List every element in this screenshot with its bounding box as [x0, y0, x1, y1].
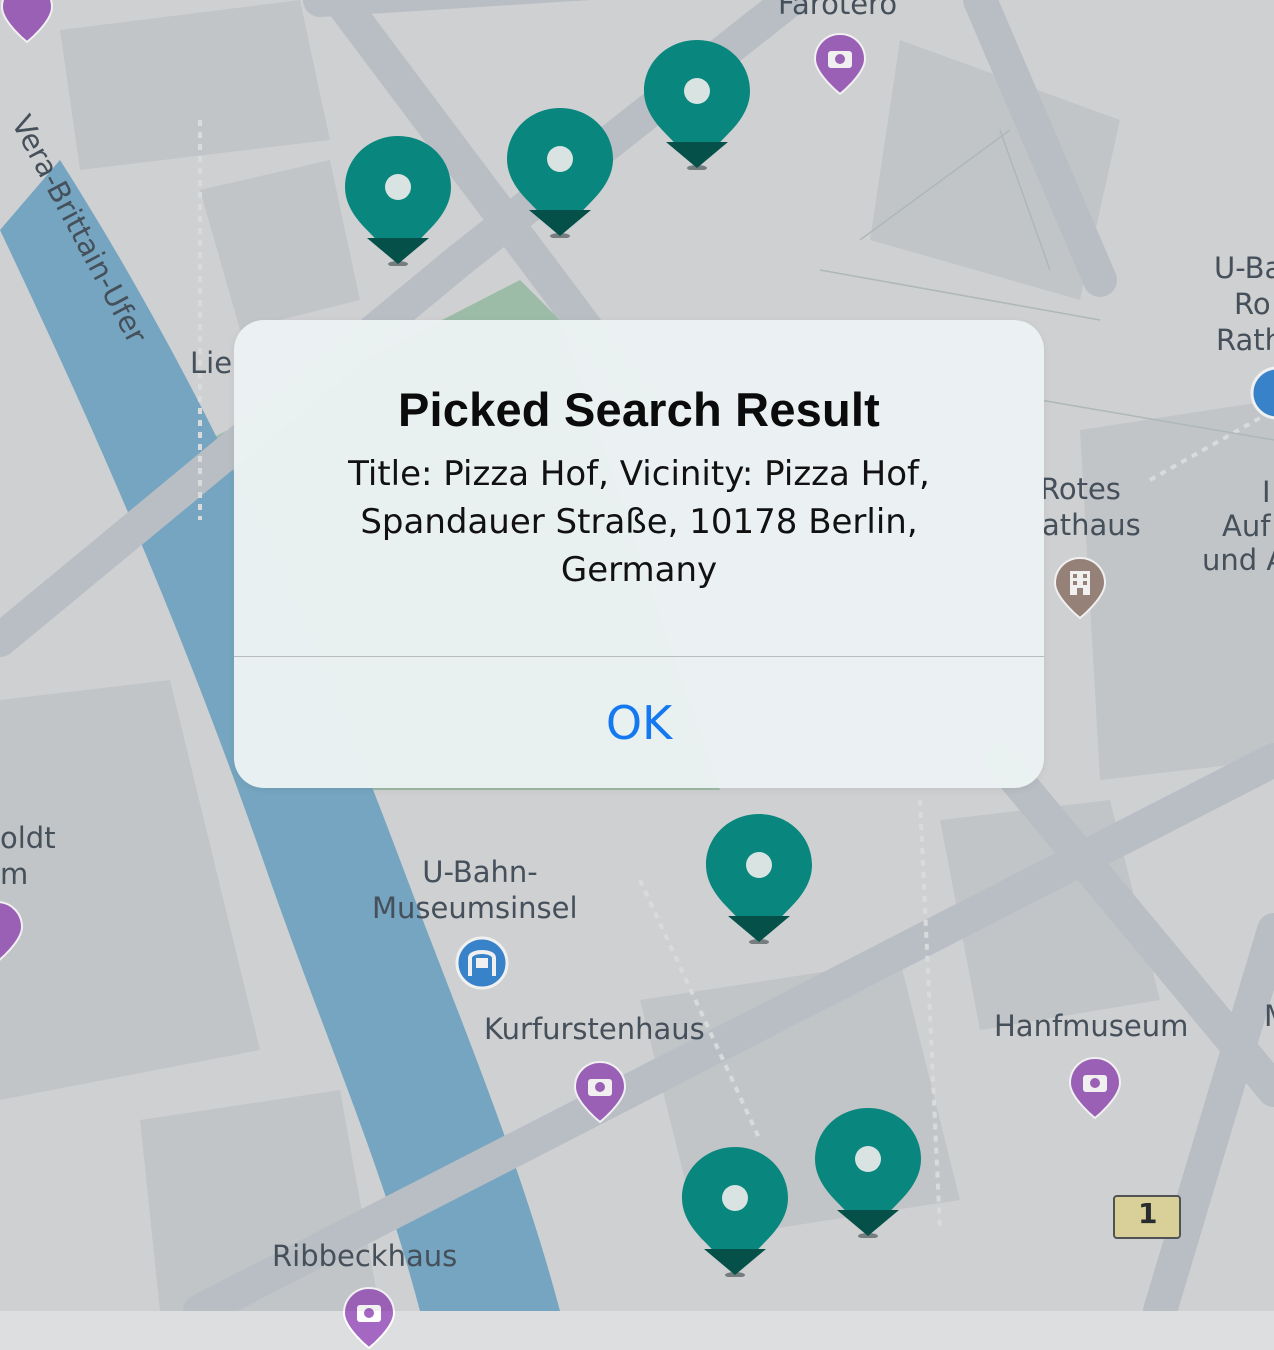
alert-message: Title: Pizza Hof, Vicinity: Pizza Hof, S… [348, 454, 930, 590]
alert-dialog: Picked Search Result Title: Pizza Hof, V… [234, 320, 1044, 788]
alert-title: Picked Search Result [397, 383, 881, 436]
ok-button[interactable]: OK [234, 657, 1044, 788]
